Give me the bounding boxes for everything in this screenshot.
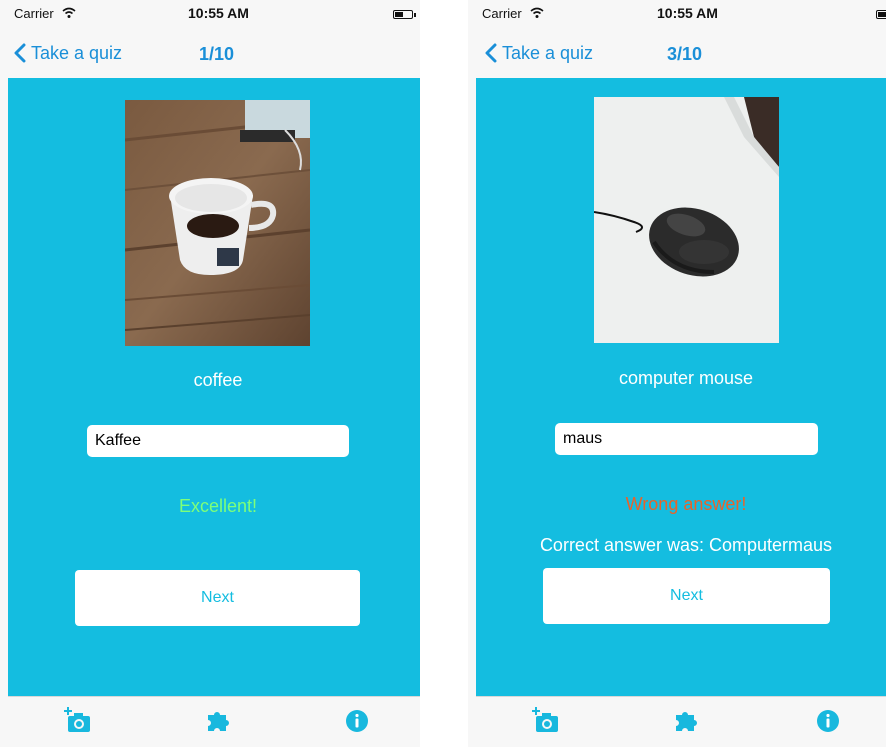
status-bar: Carrier 10:55 AM (468, 0, 886, 28)
tab-bar (8, 696, 420, 747)
camera-add-icon[interactable] (64, 707, 92, 735)
next-button[interactable]: Next (75, 570, 360, 626)
back-button[interactable]: Take a quiz (14, 38, 122, 68)
puzzle-icon[interactable] (204, 707, 232, 735)
status-time: 10:55 AM (188, 5, 249, 21)
navigation-bar: Take a quiz 1/10 (0, 28, 420, 78)
quiz-word: coffee (193, 370, 243, 390)
puzzle-icon[interactable] (672, 707, 700, 735)
quiz-photo (594, 97, 779, 343)
back-label: Take a quiz (502, 42, 594, 63)
back-button[interactable]: Take a quiz (485, 38, 593, 68)
camera-add-icon[interactable] (532, 707, 560, 735)
wifi-icon (62, 7, 76, 18)
navigation-bar: Take a quiz 3/10 (468, 28, 886, 78)
status-time: 10:55 AM (657, 5, 718, 21)
correct-answer-message: Correct answer was: Computermaus (539, 535, 833, 555)
answer-input[interactable] (555, 423, 818, 455)
tab-bar (476, 696, 886, 747)
back-label: Take a quiz (31, 42, 123, 63)
feedback-message: Excellent! (178, 496, 258, 516)
battery-icon (393, 10, 416, 19)
info-icon[interactable] (343, 707, 371, 735)
info-icon[interactable] (814, 707, 842, 735)
phone-screen-1: Carrier 10:55 AM Take a quiz 1/10 coffee… (0, 0, 420, 747)
next-button[interactable]: Next (543, 568, 830, 624)
quiz-content: computer mouse Wrong answer! Correct ans… (476, 78, 886, 696)
quiz-content: coffee Excellent! Next (8, 78, 420, 696)
chevron-left-icon (485, 43, 497, 63)
quiz-word: computer mouse (618, 368, 754, 388)
battery-icon (876, 10, 886, 19)
phone-screen-2: Carrier 10:55 AM Take a quiz 3/10 comput… (468, 0, 886, 747)
feedback-message: Wrong answer! (625, 494, 747, 514)
answer-input[interactable] (87, 425, 349, 457)
quiz-progress: 1/10 (199, 44, 235, 64)
carrier-label: Carrier (482, 6, 522, 21)
quiz-progress: 3/10 (667, 44, 703, 64)
carrier-label: Carrier (14, 6, 54, 21)
quiz-photo (125, 100, 310, 346)
wifi-icon (530, 7, 544, 18)
status-bar: Carrier 10:55 AM (0, 0, 420, 28)
chevron-left-icon (14, 43, 26, 63)
